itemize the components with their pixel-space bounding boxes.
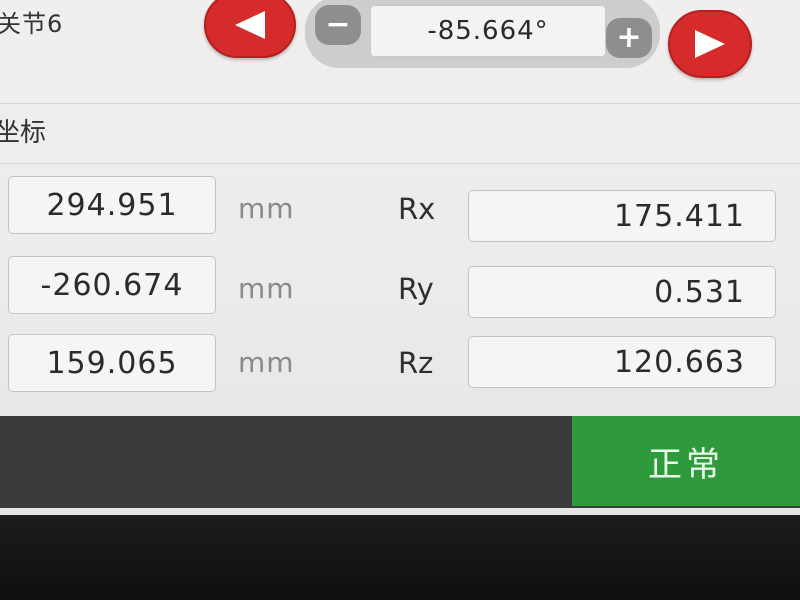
coord-row-z: 159.065 mm Rz 120.663 [0, 332, 800, 396]
divider [0, 103, 800, 104]
x-unit-label: mm [238, 192, 295, 225]
ry-label: Ry [398, 272, 434, 306]
decrement-button[interactable]: − [315, 5, 361, 45]
x-position-field[interactable]: 294.951 [8, 176, 216, 234]
coord-row-y: -260.674 mm Ry 0.531 [0, 254, 800, 318]
y-unit-label: mm [238, 272, 295, 305]
screen-bezel [0, 515, 800, 600]
coord-row-x: 294.951 mm Rx 175.411 [0, 174, 800, 242]
divider [0, 163, 800, 164]
increment-button[interactable]: + [606, 18, 652, 58]
joint-control-strip: 关节6 − -85.664° + [0, 0, 800, 100]
previous-joint-button[interactable] [204, 0, 296, 58]
joint-label: 关节6 [0, 10, 64, 38]
y-position-field[interactable]: -260.674 [8, 256, 216, 314]
ry-value-field[interactable]: 0.531 [468, 266, 776, 318]
rx-label: Rx [398, 192, 436, 226]
arrow-right-icon [695, 30, 725, 58]
rz-label: Rz [398, 346, 434, 380]
section-title: 坐标 [0, 118, 47, 148]
arrow-left-icon [235, 11, 265, 39]
joint-angle-field[interactable]: -85.664° [370, 5, 606, 57]
z-unit-label: mm [238, 346, 295, 379]
next-joint-button[interactable] [668, 10, 752, 78]
rx-value-field[interactable]: 175.411 [468, 190, 776, 242]
status-indicator: 正常 [572, 416, 800, 506]
robot-control-screen: 关节6 − -85.664° + 坐标 294.951 mm Rx 175.41… [0, 0, 800, 515]
z-position-field[interactable]: 159.065 [8, 334, 216, 392]
rz-value-field[interactable]: 120.663 [468, 336, 776, 388]
